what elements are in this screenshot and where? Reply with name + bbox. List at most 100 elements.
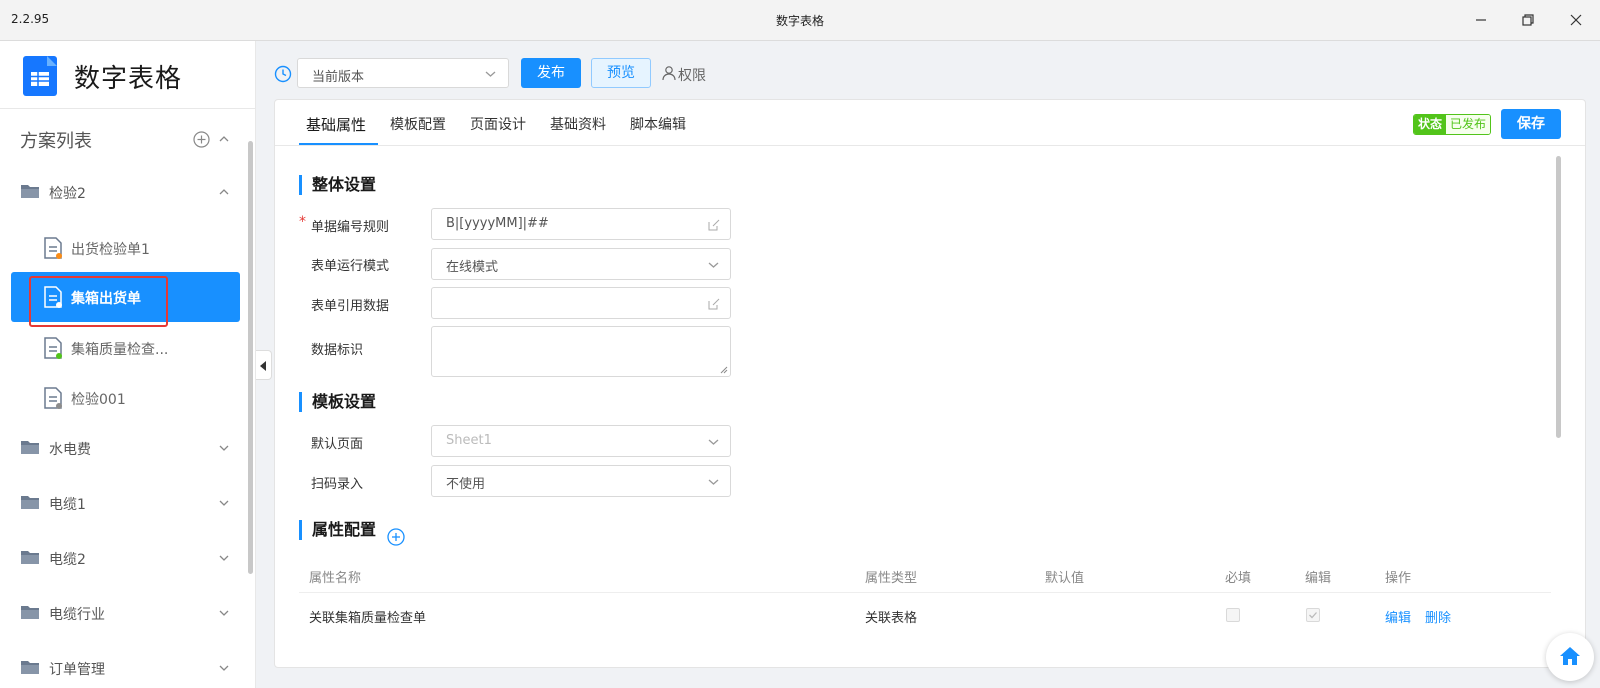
bill-no-rule-field[interactable]: B|[yyyyMM]|## bbox=[431, 208, 731, 240]
publish-button[interactable]: 发布 bbox=[521, 58, 581, 88]
data-id-textarea[interactable] bbox=[431, 326, 731, 377]
tree-doc-label: 集箱质量检查... bbox=[71, 342, 169, 358]
section-attribute-config: 属性配置 bbox=[299, 520, 376, 540]
chevron-down-icon bbox=[219, 500, 229, 506]
status-badge: 状态 已发布 bbox=[1413, 114, 1492, 135]
tab-basic-properties[interactable]: 基础属性 bbox=[306, 114, 366, 135]
table-header-required: 必填 bbox=[1225, 571, 1252, 586]
chevron-down-icon bbox=[485, 71, 496, 77]
window-title: 数字表格 bbox=[775, 14, 824, 28]
version-select[interactable]: 当前版本 bbox=[297, 58, 509, 88]
sidebar-collapse-button[interactable] bbox=[256, 350, 272, 380]
table-header-type: 属性类型 bbox=[865, 571, 918, 586]
chevron-down-icon bbox=[708, 479, 719, 485]
home-button[interactable] bbox=[1546, 633, 1594, 681]
required-asterisk: * bbox=[299, 214, 306, 230]
table-divider bbox=[299, 592, 1551, 593]
folder-icon bbox=[21, 606, 39, 619]
chevron-up-icon bbox=[219, 189, 229, 195]
data-id-label: 数据标识 bbox=[311, 343, 364, 358]
tree-group-dianlanhangye[interactable]: 电缆行业 bbox=[0, 595, 248, 631]
tree-group-shuidianfei[interactable]: 水电费 bbox=[0, 430, 248, 466]
tree-doc-item[interactable]: 检验001 bbox=[11, 373, 240, 423]
chevron-down-icon bbox=[219, 555, 229, 561]
status-key: 状态 bbox=[1414, 115, 1447, 134]
add-attribute-icon[interactable] bbox=[387, 528, 405, 546]
default-page-label: 默认页面 bbox=[311, 437, 364, 452]
minimize-button[interactable] bbox=[1466, 8, 1496, 32]
run-mode-label: 表单运行模式 bbox=[311, 259, 390, 274]
chevron-down-icon bbox=[219, 665, 229, 671]
spreadsheet-logo-icon bbox=[23, 56, 57, 96]
sidebar-scrollbar[interactable] bbox=[248, 141, 253, 574]
scan-input-select[interactable]: 不使用 bbox=[431, 465, 731, 497]
row-delete-link[interactable]: 删除 bbox=[1425, 607, 1451, 626]
tree-group-label: 检验2 bbox=[49, 186, 86, 202]
row-editable-checkbox[interactable] bbox=[1306, 608, 1320, 622]
edit-icon[interactable] bbox=[708, 219, 720, 231]
tree-doc-item[interactable]: 集箱质量检查... bbox=[11, 323, 240, 373]
tree-group-dingdanguanli[interactable]: 订单管理 bbox=[0, 650, 248, 686]
chevron-down-icon bbox=[219, 445, 229, 451]
permission-label: 权限 bbox=[678, 68, 706, 84]
document-icon bbox=[44, 237, 62, 259]
ref-data-field[interactable] bbox=[431, 287, 731, 319]
folder-icon bbox=[21, 441, 39, 454]
tree-doc-label: 出货检验单1 bbox=[71, 242, 150, 258]
clock-icon bbox=[274, 65, 292, 83]
table-header-actions: 操作 bbox=[1385, 571, 1412, 586]
folder-icon bbox=[21, 661, 39, 674]
tree-group-jianyan2[interactable]: 检验2 bbox=[0, 174, 248, 210]
tab-page-design[interactable]: 页面设计 bbox=[470, 114, 526, 134]
tree-doc-item[interactable]: 出货检验单1 bbox=[11, 223, 240, 273]
minimize-icon bbox=[1476, 19, 1486, 21]
add-circle-icon[interactable] bbox=[193, 131, 210, 148]
check-icon bbox=[1309, 612, 1317, 619]
scan-input-value: 不使用 bbox=[446, 477, 486, 492]
resize-grip-icon[interactable] bbox=[720, 366, 728, 374]
default-page-value: Sheet1 bbox=[446, 433, 492, 448]
row-edit-link[interactable]: 编辑 bbox=[1385, 607, 1411, 626]
run-mode-select[interactable]: 在线模式 bbox=[431, 248, 731, 280]
tree-doc-label: 检验001 bbox=[71, 392, 126, 408]
restore-button[interactable] bbox=[1513, 8, 1543, 32]
section-overall-settings: 整体设置 bbox=[299, 175, 376, 195]
logo-row: 数字表格 bbox=[0, 41, 255, 109]
tab-bar: 基础属性 模板配置 页面设计 基础资料 脚本编辑 状态 已发布 保存 bbox=[275, 100, 1585, 146]
tab-script-edit[interactable]: 脚本编辑 bbox=[630, 114, 686, 134]
tree-group-dianlan1[interactable]: 电缆1 bbox=[0, 485, 248, 521]
tree-group-dianlan2[interactable]: 电缆2 bbox=[0, 540, 248, 576]
chevron-down-icon bbox=[708, 439, 719, 445]
edit-icon[interactable] bbox=[708, 298, 720, 310]
chevron-down-icon bbox=[708, 262, 719, 268]
close-button[interactable] bbox=[1561, 8, 1591, 32]
scheme-list-header: 方案列表 bbox=[0, 121, 248, 157]
tree-group-label: 电缆2 bbox=[49, 552, 86, 568]
row-attr-type: 关联表格 bbox=[865, 611, 918, 626]
tab-base-data[interactable]: 基础资料 bbox=[550, 114, 606, 134]
user-icon bbox=[662, 66, 676, 81]
preview-button[interactable]: 预览 bbox=[591, 58, 651, 88]
panel-scrollbar[interactable] bbox=[1556, 156, 1561, 438]
document-icon bbox=[44, 337, 62, 359]
save-button[interactable]: 保存 bbox=[1501, 109, 1561, 139]
table-header-default: 默认值 bbox=[1045, 571, 1085, 586]
table-header-editable: 编辑 bbox=[1305, 571, 1332, 586]
row-attr-name: 关联集箱质量检查单 bbox=[309, 611, 427, 626]
folder-icon bbox=[21, 185, 39, 198]
folder-icon bbox=[21, 496, 39, 509]
status-value: 已发布 bbox=[1446, 115, 1491, 134]
selection-highlight bbox=[29, 276, 168, 327]
run-mode-value: 在线模式 bbox=[446, 260, 499, 275]
close-icon bbox=[1570, 14, 1582, 26]
tab-template-config[interactable]: 模板配置 bbox=[390, 114, 446, 134]
version-select-value: 当前版本 bbox=[312, 70, 365, 85]
tree-group-label: 水电费 bbox=[49, 442, 91, 458]
row-required-checkbox[interactable] bbox=[1226, 608, 1240, 622]
scan-input-label: 扫码录入 bbox=[311, 477, 364, 492]
section-template-settings: 模板设置 bbox=[299, 392, 376, 412]
chevron-up-icon[interactable] bbox=[219, 135, 229, 143]
home-icon bbox=[1560, 647, 1580, 665]
default-page-select[interactable]: Sheet1 bbox=[431, 425, 731, 457]
restore-icon bbox=[1522, 14, 1534, 26]
